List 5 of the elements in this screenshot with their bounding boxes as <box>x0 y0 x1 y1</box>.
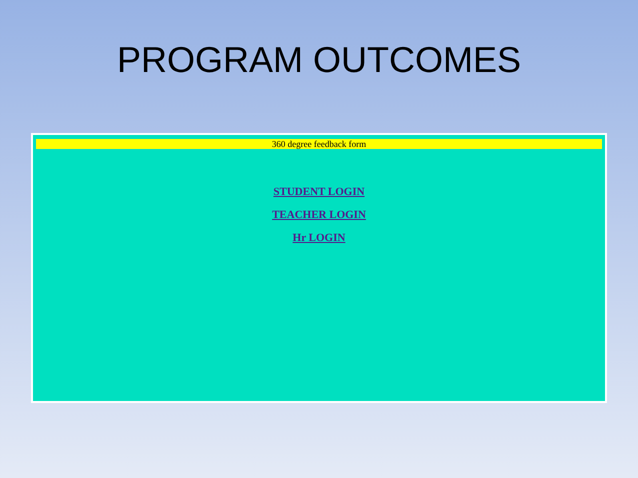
login-link[interactable]: STUDENT LOGIN <box>273 186 365 199</box>
page-header-bar: 360 degree feedback form <box>36 139 602 149</box>
login-link[interactable]: TEACHER LOGIN <box>272 209 366 222</box>
login-link[interactable]: Hr LOGIN <box>292 232 346 245</box>
slide-title: PROGRAM OUTCOMES <box>116 38 521 82</box>
